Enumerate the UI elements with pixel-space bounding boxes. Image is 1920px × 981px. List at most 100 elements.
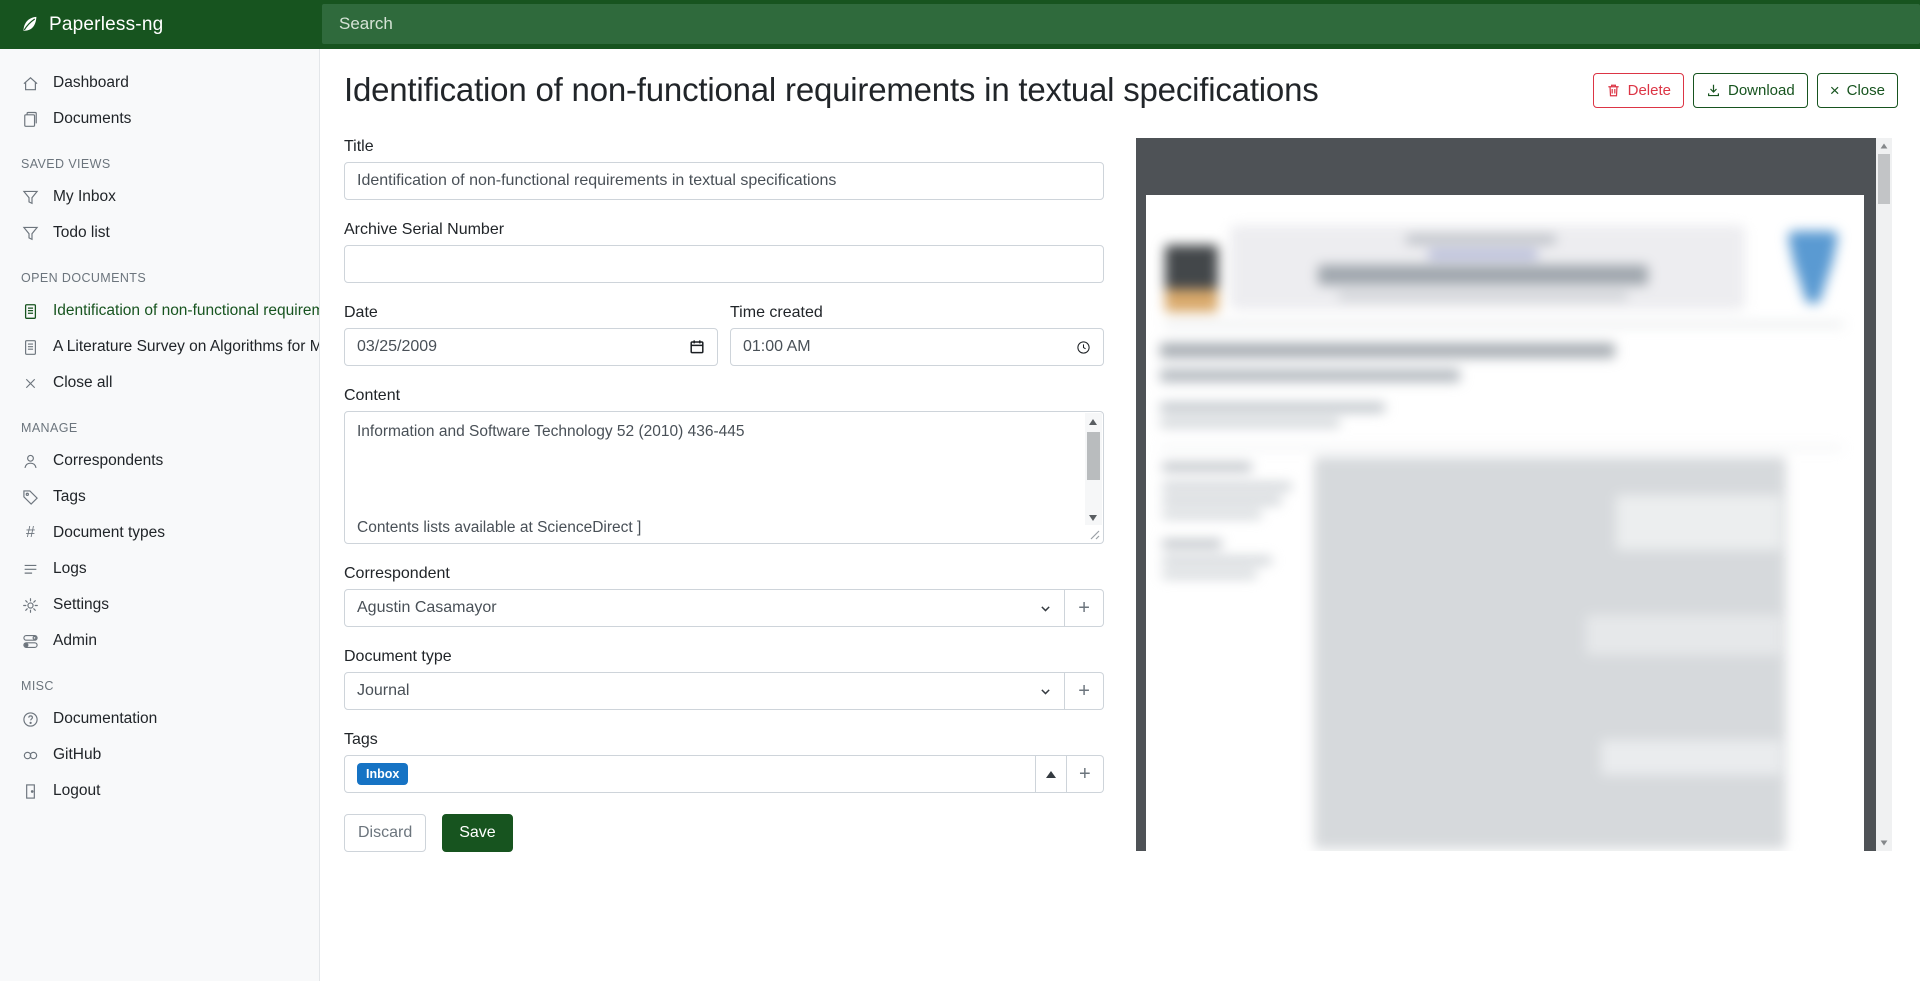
date-input[interactable]: 03/25/2009: [344, 328, 718, 366]
sidebar-item-label: A Literature Survey on Algorithms for Mu…: [53, 338, 319, 356]
sidebar-item-label: Identification of non-functional require…: [53, 302, 319, 320]
title-label: Title: [344, 138, 1104, 156]
clock-icon[interactable]: [1076, 340, 1091, 355]
plus-icon: +: [1078, 598, 1090, 618]
content-scrollbar[interactable]: [1085, 413, 1102, 525]
tag-icon: [21, 488, 40, 507]
sidebar-item-open-doc-2[interactable]: A Literature Survey on Algorithms for Mu…: [0, 329, 319, 365]
pdf-page: [1146, 195, 1864, 851]
brand-name: Paperless-ng: [49, 14, 163, 36]
top-navbar: Paperless-ng Search: [0, 0, 1920, 49]
hash-icon: #: [21, 524, 40, 543]
tag-chip-inbox[interactable]: Inbox: [357, 763, 408, 785]
sidebar-item-label: My Inbox: [53, 188, 116, 206]
add-tag-button[interactable]: +: [1067, 755, 1104, 793]
page-title: Identification of non-functional require…: [344, 71, 1593, 109]
time-input[interactable]: 01:00 AM: [730, 328, 1104, 366]
sidebar-item-settings[interactable]: Settings: [0, 587, 319, 623]
person-icon: [21, 452, 40, 471]
link-icon: [21, 746, 40, 765]
house-icon: [21, 74, 40, 93]
asn-label: Archive Serial Number: [344, 221, 1104, 239]
sidebar-item-tags[interactable]: Tags: [0, 479, 319, 515]
download-icon: [1706, 83, 1721, 98]
content-textarea[interactable]: Information and Software Technology 52 (…: [344, 411, 1104, 544]
sidebar-item-documents[interactable]: Documents: [0, 101, 319, 137]
resize-grip-icon[interactable]: [1088, 528, 1101, 541]
scroll-down-arrow[interactable]: [1880, 840, 1887, 845]
preview-scrollbar[interactable]: [1876, 138, 1892, 851]
add-document-type-button[interactable]: +: [1065, 672, 1104, 710]
scroll-thumb[interactable]: [1878, 154, 1890, 204]
sidebar-item-documentation[interactable]: Documentation: [0, 701, 319, 737]
document-type-label: Document type: [344, 648, 1104, 666]
save-button[interactable]: Save: [442, 814, 512, 852]
sidebar-item-todo-list[interactable]: Todo list: [0, 215, 319, 251]
discard-button[interactable]: Discard: [344, 814, 426, 852]
correspondent-label: Correspondent: [344, 565, 1104, 583]
sidebar-section-misc: MISC: [0, 679, 319, 693]
funnel-icon: [21, 188, 40, 207]
scroll-thumb[interactable]: [1087, 432, 1100, 480]
close-icon: [21, 374, 40, 393]
sidebar-section-open-documents: OPEN DOCUMENTS: [0, 271, 319, 285]
add-correspondent-button[interactable]: +: [1065, 589, 1104, 627]
sidebar-item-label: Admin: [53, 632, 97, 650]
search-placeholder: Search: [339, 14, 393, 34]
funnel-icon: [21, 224, 40, 243]
document-type-select[interactable]: Journal: [344, 672, 1065, 710]
content-label: Content: [344, 387, 1104, 405]
sidebar-item-label: Settings: [53, 596, 109, 614]
sidebar-item-logs[interactable]: Logs: [0, 551, 319, 587]
date-label: Date: [344, 304, 718, 322]
sidebar-item-admin[interactable]: Admin: [0, 623, 319, 659]
close-icon: ×: [1830, 82, 1840, 99]
tags-label: Tags: [344, 731, 1104, 749]
scroll-up-arrow[interactable]: [1880, 143, 1887, 148]
pdf-page-blurred-content: [1146, 195, 1864, 851]
asn-input[interactable]: [344, 245, 1104, 283]
correspondent-select[interactable]: Agustin Casamayor: [344, 589, 1065, 627]
delete-button[interactable]: Delete: [1593, 73, 1684, 108]
tags-dropdown-button[interactable]: [1036, 755, 1067, 793]
scroll-down-arrow[interactable]: [1089, 515, 1097, 521]
document-form: Title Identification of non-functional r…: [344, 138, 1104, 852]
gear-icon: [21, 596, 40, 615]
toggles-icon: [21, 632, 40, 651]
search-input[interactable]: Search: [322, 4, 1920, 44]
sidebar-item-dashboard[interactable]: Dashboard: [0, 65, 319, 101]
sidebar-item-github[interactable]: GitHub: [0, 737, 319, 773]
sidebar-item-open-doc-1[interactable]: Identification of non-functional require…: [0, 293, 319, 329]
scroll-up-arrow[interactable]: [1089, 419, 1097, 425]
sidebar-item-logout[interactable]: Logout: [0, 773, 319, 809]
sidebar-item-label: Logout: [53, 782, 100, 800]
sidebar-item-label: GitHub: [53, 746, 101, 764]
brand[interactable]: Paperless-ng: [0, 0, 320, 49]
sidebar: Dashboard Documents SAVED VIEWS My Inbox…: [0, 49, 320, 981]
list-lines-icon: [21, 560, 40, 579]
sidebar-item-label: Close all: [53, 374, 112, 392]
file-text-icon: [21, 302, 40, 321]
chevron-down-icon: [1039, 602, 1052, 615]
sidebar-item-label: Todo list: [53, 224, 110, 242]
leaf-logo-icon: [20, 15, 39, 34]
chevron-down-icon: [1039, 685, 1052, 698]
sidebar-section-saved-views: SAVED VIEWS: [0, 157, 319, 171]
sidebar-item-label: Documentation: [53, 710, 157, 728]
sidebar-item-correspondents[interactable]: Correspondents: [0, 443, 319, 479]
title-input[interactable]: Identification of non-functional require…: [344, 162, 1104, 200]
sidebar-item-label: Dashboard: [53, 74, 129, 92]
file-text-icon: [21, 338, 40, 357]
time-label: Time created: [730, 304, 1104, 322]
sidebar-item-label: Correspondents: [53, 452, 163, 470]
close-button[interactable]: × Close: [1817, 73, 1898, 108]
sidebar-item-close-all[interactable]: Close all: [0, 365, 319, 401]
calendar-icon[interactable]: [689, 339, 705, 355]
sidebar-item-label: Document types: [53, 524, 165, 542]
sidebar-item-document-types[interactable]: # Document types: [0, 515, 319, 551]
trash-icon: [1606, 83, 1621, 98]
sidebar-item-my-inbox[interactable]: My Inbox: [0, 179, 319, 215]
tags-input[interactable]: Inbox: [344, 755, 1036, 793]
document-preview: [1136, 138, 1892, 851]
download-button[interactable]: Download: [1693, 73, 1808, 108]
